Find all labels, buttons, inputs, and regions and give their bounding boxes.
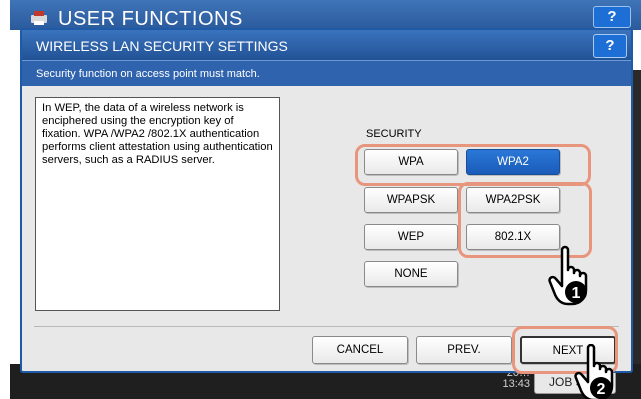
background-side-panel <box>633 70 641 366</box>
security-label: SECURITY <box>366 128 422 140</box>
help-button[interactable]: ? <box>593 34 627 58</box>
dialog-titlebar: WIRELESS LAN SECURITY SETTINGS ? <box>22 30 631 60</box>
pointing-hand-icon: 1 <box>548 245 588 306</box>
printer-icon <box>31 11 47 25</box>
dialog-subtitle: Security function on access point must m… <box>36 68 260 80</box>
dialog-subtitle-bar: Security function on access point must m… <box>22 60 631 86</box>
description-box: In WEP, the data of a wireless network i… <box>35 97 280 311</box>
wpapsk-button[interactable]: WPAPSK <box>364 187 458 213</box>
prev-button[interactable]: PREV. <box>416 336 512 364</box>
cancel-button[interactable]: CANCEL <box>312 336 408 364</box>
screen: USER FUNCTIONS ? 20… 13:43 JOB S… WIRELE… <box>0 0 641 399</box>
wpa-row-highlight <box>355 144 591 186</box>
step-2-label: 2 <box>597 381 606 398</box>
background-help-button[interactable]: ? <box>593 6 631 28</box>
step-1-label: 1 <box>572 285 581 302</box>
none-button[interactable]: NONE <box>364 261 458 287</box>
time-text: 13:43 <box>502 378 530 390</box>
wep-button[interactable]: WEP <box>364 224 458 250</box>
dialog-title: WIRELESS LAN SECURITY SETTINGS <box>36 38 288 54</box>
pointing-hand-icon-2: 2 <box>574 344 614 399</box>
